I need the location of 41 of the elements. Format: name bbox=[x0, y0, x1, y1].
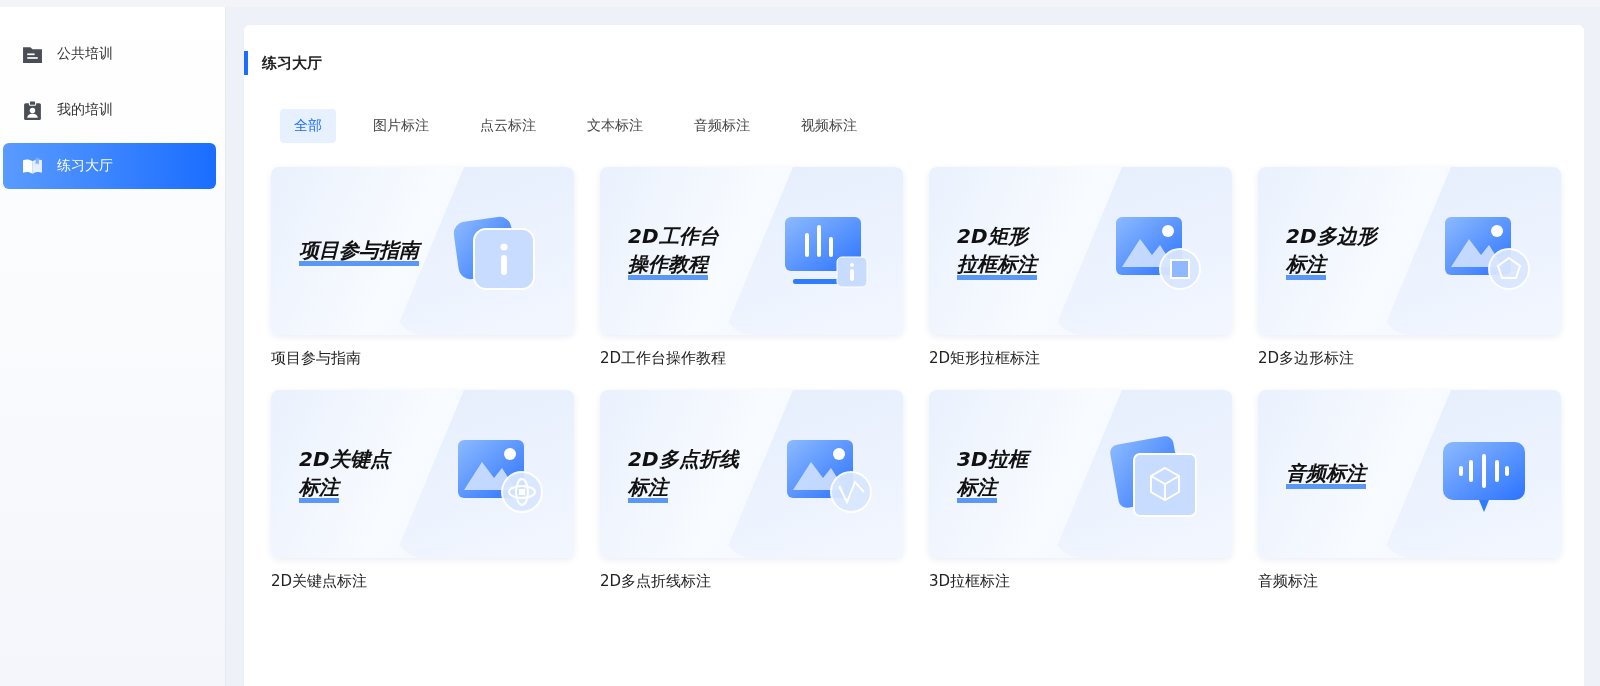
course-title[interactable]: 项目参与指南 bbox=[271, 349, 574, 368]
course-cover[interactable]: 2D关键点 标注 bbox=[271, 390, 574, 558]
course-title[interactable]: 2D关键点标注 bbox=[271, 572, 574, 591]
sidebar-item[interactable]: 我的培训 bbox=[3, 87, 216, 133]
cover-title: 2D多点折线 bbox=[628, 445, 739, 472]
cover-title: 标注 bbox=[1286, 250, 1326, 280]
course-cover[interactable]: 音频标注 bbox=[1258, 390, 1561, 558]
page-title: 练习大厅 bbox=[244, 51, 1584, 75]
course-title[interactable]: 音频标注 bbox=[1258, 572, 1561, 591]
course-title[interactable]: 2D多边形标注 bbox=[1258, 349, 1561, 368]
sidebar-item[interactable]: 公共培训 bbox=[3, 31, 216, 77]
filter-tab[interactable]: 文本标注 bbox=[573, 109, 657, 143]
course-cover[interactable]: 2D矩形 拉框标注 bbox=[929, 167, 1232, 335]
course-cover[interactable]: 3D拉框 标注 bbox=[929, 390, 1232, 558]
id-badge-icon bbox=[22, 99, 43, 121]
course-cover[interactable]: 项目参与指南 bbox=[271, 167, 574, 335]
open-book-icon bbox=[22, 155, 43, 177]
filter-tab[interactable]: 图片标注 bbox=[359, 109, 443, 143]
course-title[interactable]: 2D矩形拉框标注 bbox=[929, 349, 1232, 368]
cover-title: 2D关键点 bbox=[299, 445, 390, 472]
filter-tab[interactable]: 视频标注 bbox=[787, 109, 871, 143]
cover-title: 2D多边形 bbox=[1286, 222, 1377, 249]
cover-title: 标注 bbox=[957, 473, 997, 503]
sidebar-item-label: 我的培训 bbox=[57, 101, 113, 119]
course-title[interactable]: 2D工作台操作教程 bbox=[600, 349, 903, 368]
course-cover[interactable]: 2D工作台 操作教程 bbox=[600, 167, 903, 335]
filter-tab[interactable]: 点云标注 bbox=[466, 109, 550, 143]
cover-title: 2D矩形 bbox=[957, 222, 1031, 249]
cover-title: 标注 bbox=[628, 473, 668, 503]
cover-title: 拉框标注 bbox=[957, 250, 1037, 280]
cover-title: 音频标注 bbox=[1286, 459, 1366, 489]
course-title[interactable]: 3D拉框标注 bbox=[929, 572, 1232, 591]
cover-title: 标注 bbox=[299, 473, 339, 503]
course-cover[interactable]: 2D多边形 标注 bbox=[1258, 167, 1561, 335]
cover-title: 2D工作台 bbox=[628, 222, 719, 249]
course-title[interactable]: 2D多点折线标注 bbox=[600, 572, 903, 591]
filter-tab[interactable]: 全部 bbox=[280, 109, 336, 143]
sidebar-item-label: 公共培训 bbox=[57, 45, 113, 63]
sidebar-item-label: 练习大厅 bbox=[57, 157, 113, 175]
course-cover[interactable]: 2D多点折线 标注 bbox=[600, 390, 903, 558]
filter-tab[interactable]: 音频标注 bbox=[680, 109, 764, 143]
